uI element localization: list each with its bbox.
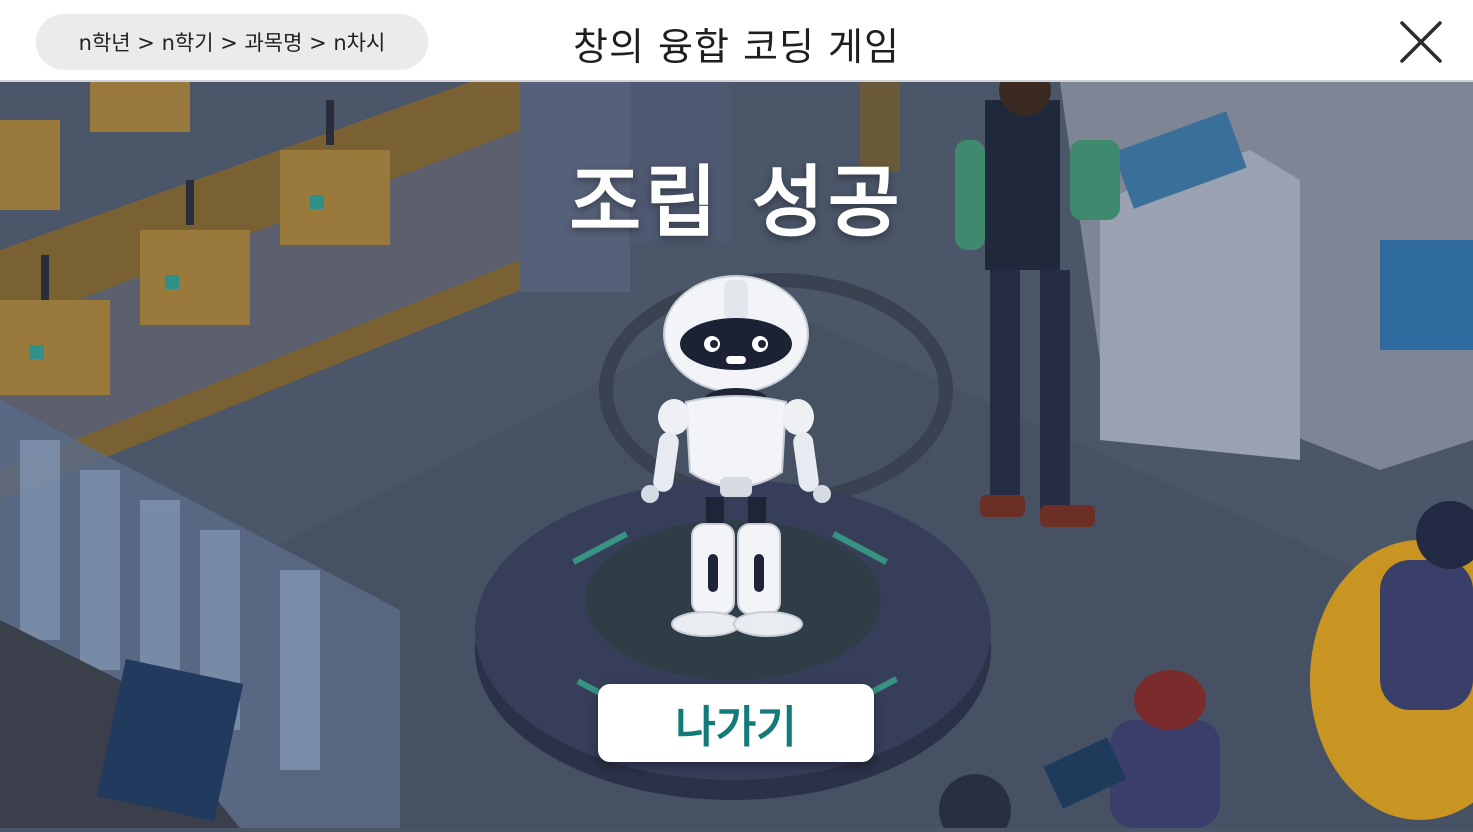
page-title: 창의 융합 코딩 게임: [573, 25, 900, 69]
success-headline: 조립 성공: [569, 158, 904, 248]
exit-button[interactable]: 나가기: [598, 684, 874, 762]
top-bar: n학년 > n학기 > 과목명 > n차시 창의 융합 코딩 게임: [0, 0, 1473, 82]
robot-illustration: [641, 275, 831, 637]
close-button[interactable]: [1396, 18, 1446, 66]
close-icon: [1400, 21, 1442, 63]
